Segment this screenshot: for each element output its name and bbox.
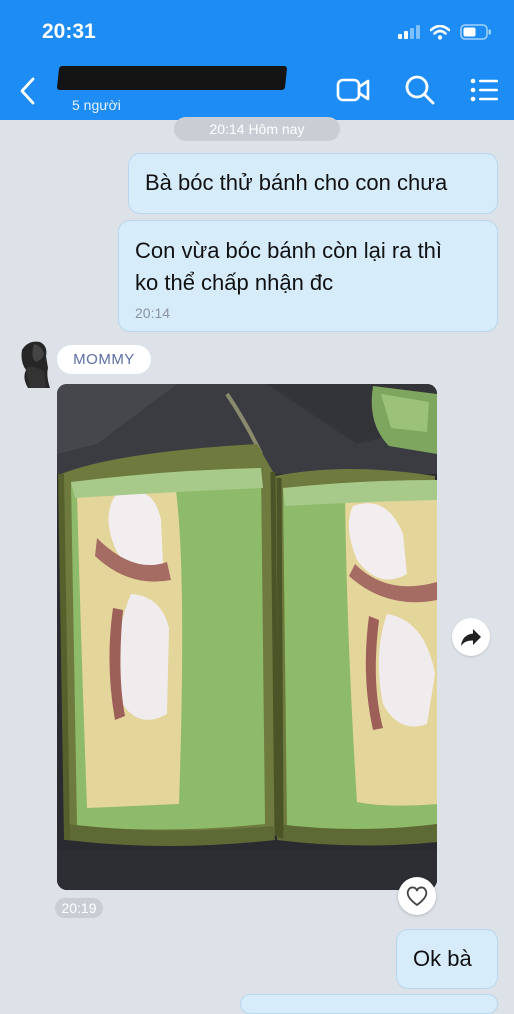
status-time: 20:31 bbox=[42, 20, 96, 43]
wifi-icon bbox=[430, 24, 450, 40]
message-time: 20:14 bbox=[135, 305, 171, 321]
heart-icon bbox=[406, 886, 428, 906]
message-time: 20:19 bbox=[55, 898, 103, 918]
avatar[interactable] bbox=[16, 338, 54, 390]
search-icon[interactable] bbox=[404, 74, 436, 106]
message-bubble-outgoing[interactable]: Bà bóc thử bánh cho con chưa bbox=[128, 153, 498, 214]
forward-button[interactable] bbox=[452, 618, 490, 656]
member-count: 5 người bbox=[72, 97, 121, 113]
date-separator: 20:14 Hôm nay bbox=[174, 117, 340, 141]
banh-chung-photo bbox=[57, 384, 437, 890]
react-button[interactable] bbox=[398, 877, 436, 915]
message-bubble-outgoing[interactable]: Con vừa bóc bánh còn lại ra thì ko thể c… bbox=[118, 220, 498, 332]
video-call-icon[interactable] bbox=[336, 74, 370, 106]
photo-attachment[interactable] bbox=[57, 384, 437, 890]
message-text: Bà bóc thử bánh cho con chưa bbox=[145, 170, 448, 195]
message-text-line: ko thể chấp nhận đc bbox=[135, 270, 334, 295]
share-forward-icon bbox=[461, 629, 481, 646]
status-icons bbox=[398, 24, 492, 40]
message-text-line: Con vừa bóc bánh còn lại ra thì bbox=[135, 238, 443, 263]
sender-name: MOMMY bbox=[57, 345, 151, 374]
message-bubble-partial[interactable] bbox=[240, 994, 498, 1014]
chat-header: 20:31 5 người bbox=[0, 0, 514, 120]
redacted-group-name bbox=[56, 66, 288, 90]
battery-icon bbox=[460, 24, 491, 40]
menu-list-icon[interactable] bbox=[470, 74, 500, 106]
message-text: Ok bà bbox=[413, 946, 472, 971]
message-bubble-outgoing[interactable]: Ok bà bbox=[396, 929, 498, 989]
back-arrow-icon[interactable] bbox=[16, 76, 40, 106]
signal-icon bbox=[398, 25, 420, 39]
